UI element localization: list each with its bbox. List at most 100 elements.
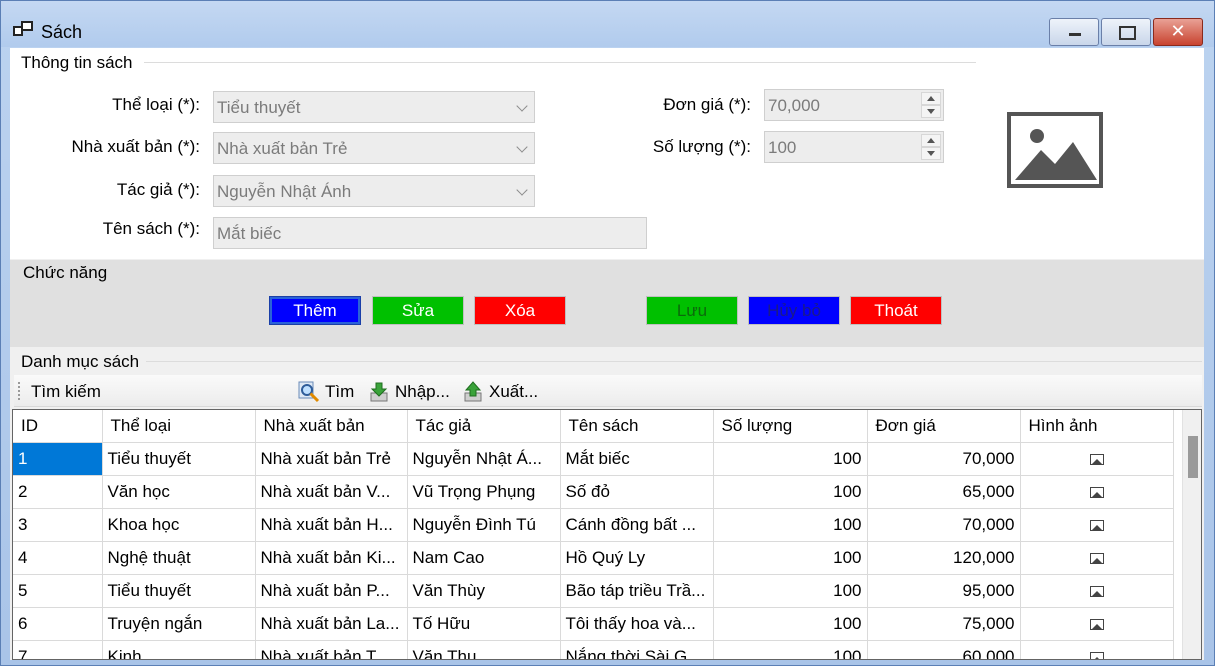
table-cell[interactable]: Mắt biếc xyxy=(560,442,714,476)
books-data-grid[interactable]: ID Thể loại Nhà xuất bản Tác giả Tên sác… xyxy=(12,409,1202,660)
title-input[interactable]: Mắt biếc xyxy=(213,217,647,249)
table-cell[interactable]: Nhà xuất bản H... xyxy=(255,508,408,542)
table-cell[interactable]: 100 xyxy=(713,541,868,575)
table-cell[interactable]: 6 xyxy=(13,607,103,641)
table-cell[interactable]: Số đỏ xyxy=(560,475,714,509)
table-cell[interactable] xyxy=(1020,541,1174,575)
table-cell[interactable]: Nắng thời Sài G... xyxy=(560,640,714,659)
minimize-button[interactable] xyxy=(1049,18,1099,46)
table-cell[interactable]: 60,000 xyxy=(867,640,1021,659)
table-cell[interactable]: Nhà xuất bản T... xyxy=(255,640,408,659)
category-combo[interactable]: Tiểu thuyết xyxy=(213,91,535,123)
table-row[interactable]: 1 Tiểu thuyết Nhà xuất bản Trẻ Nguyễn Nhật … xyxy=(13,442,1174,476)
table-cell[interactable]: 100 xyxy=(713,508,868,542)
table-cell[interactable]: Nhà xuất bản Ki... xyxy=(255,541,408,575)
book-picture-box[interactable] xyxy=(1007,112,1103,188)
find-button[interactable]: Tìm xyxy=(298,380,354,404)
spin-down-icon[interactable] xyxy=(921,105,941,118)
column-header[interactable]: Thể loại xyxy=(102,410,256,443)
export-button[interactable]: Xuất... xyxy=(462,380,538,404)
table-cell[interactable]: Nguyễn Đình Tú xyxy=(407,508,561,542)
table-cell[interactable]: 5 xyxy=(13,574,103,608)
table-cell[interactable]: Nhà xuất bản La... xyxy=(255,607,408,641)
spin-up-icon[interactable] xyxy=(921,92,941,105)
table-cell[interactable]: Văn Thùy xyxy=(407,574,561,608)
table-row[interactable]: 4 Nghệ thuật Nhà xuất bản Ki... Nam Cao Hồ Q… xyxy=(13,541,1174,575)
table-cell[interactable] xyxy=(1020,607,1174,641)
table-cell[interactable]: Khoa học xyxy=(102,508,256,542)
table-cell[interactable] xyxy=(1020,442,1174,476)
table-cell[interactable]: Vũ Trọng Phụng xyxy=(407,475,561,509)
table-cell[interactable]: Nghệ thuật xyxy=(102,541,256,575)
table-cell[interactable]: Tiểu thuyết xyxy=(102,442,256,476)
column-header[interactable]: Tác giả xyxy=(407,410,561,443)
table-cell[interactable]: Cánh đồng bất ... xyxy=(560,508,714,542)
table-cell[interactable]: 100 xyxy=(713,442,868,476)
table-cell[interactable]: 95,000 xyxy=(867,574,1021,608)
table-cell[interactable]: 100 xyxy=(713,475,868,509)
edit-button[interactable]: Sửa xyxy=(372,296,464,325)
table-cell[interactable]: 1 xyxy=(13,442,103,476)
table-cell[interactable]: Nhà xuất bản P... xyxy=(255,574,408,608)
table-cell[interactable]: 100 xyxy=(713,574,868,608)
table-cell[interactable]: 100 xyxy=(713,607,868,641)
table-cell[interactable]: Tố Hữu xyxy=(407,607,561,641)
title-bar[interactable]: Sách ✕ xyxy=(1,1,1214,47)
column-header[interactable]: Đơn giá xyxy=(867,410,1021,443)
column-header[interactable]: Tên sách xyxy=(560,410,714,443)
table-cell[interactable]: 65,000 xyxy=(867,475,1021,509)
vertical-scrollbar[interactable] xyxy=(1182,410,1201,659)
table-cell[interactable] xyxy=(1020,475,1174,509)
publisher-combo[interactable]: Nhà xuất bản Trẻ xyxy=(213,132,535,164)
spin-down-icon[interactable] xyxy=(921,147,941,160)
table-cell[interactable]: Truyện ngắn xyxy=(102,607,256,641)
table-row[interactable]: 7 Kinh... Nhà xuất bản T... Văn Thu... Nắng … xyxy=(13,640,1174,659)
table-cell[interactable]: 70,000 xyxy=(867,508,1021,542)
exit-button[interactable]: Thoát xyxy=(850,296,942,325)
table-cell[interactable]: Văn học xyxy=(102,475,256,509)
table-cell[interactable]: 4 xyxy=(13,541,103,575)
save-button[interactable]: Lưu xyxy=(646,296,738,325)
toolbar-grip[interactable] xyxy=(18,382,20,400)
maximize-button[interactable] xyxy=(1101,18,1151,46)
delete-button[interactable]: Xóa xyxy=(474,296,566,325)
table-row[interactable]: 3 Khoa học Nhà xuất bản H... Nguyễn Đình Tú… xyxy=(13,508,1174,542)
table-cell[interactable]: 75,000 xyxy=(867,607,1021,641)
table-cell[interactable]: 3 xyxy=(13,508,103,542)
column-header[interactable]: Số lượng xyxy=(713,410,868,443)
table-cell[interactable]: 70,000 xyxy=(867,442,1021,476)
add-button[interactable]: Thêm xyxy=(269,296,361,325)
price-numeric[interactable]: 70,000 xyxy=(764,89,944,121)
table-cell[interactable]: Nhà xuất bản V... xyxy=(255,475,408,509)
table-cell[interactable] xyxy=(1020,508,1174,542)
author-combo[interactable]: Nguyễn Nhật Ánh xyxy=(213,175,535,207)
table-row[interactable]: 6 Truyện ngắn Nhà xuất bản La... Tố Hữu Tôi … xyxy=(13,607,1174,641)
table-cell[interactable] xyxy=(1020,640,1174,659)
table-row[interactable]: 2 Văn học Nhà xuất bản V... Vũ Trọng Phụng S… xyxy=(13,475,1174,509)
cancel-button[interactable]: Hủy bỏ xyxy=(748,296,840,325)
quantity-spinner[interactable] xyxy=(921,134,941,160)
column-header[interactable]: ID xyxy=(13,410,103,443)
table-cell[interactable] xyxy=(1020,574,1174,608)
import-button[interactable]: Nhập... xyxy=(368,380,450,404)
scrollbar-thumb[interactable] xyxy=(1188,436,1198,478)
table-cell[interactable]: 2 xyxy=(13,475,103,509)
table-cell[interactable]: Nhà xuất bản Trẻ xyxy=(255,442,408,476)
table-cell[interactable]: Tiểu thuyết xyxy=(102,574,256,608)
search-input[interactable] xyxy=(112,379,292,403)
column-header[interactable]: Hình ảnh xyxy=(1020,410,1174,443)
table-cell[interactable]: Nguyễn Nhật Á... xyxy=(407,442,561,476)
table-cell[interactable]: 7 xyxy=(13,640,103,659)
table-cell[interactable]: Nam Cao xyxy=(407,541,561,575)
table-row[interactable]: 5 Tiểu thuyết Nhà xuất bản P... Văn Thùy Bão… xyxy=(13,574,1174,608)
quantity-numeric[interactable]: 100 xyxy=(764,131,944,163)
table-cell[interactable]: 120,000 xyxy=(867,541,1021,575)
close-button[interactable]: ✕ xyxy=(1153,18,1203,46)
column-header[interactable]: Nhà xuất bản xyxy=(255,410,408,443)
table-cell[interactable]: Bão táp triều Trầ... xyxy=(560,574,714,608)
table-cell[interactable]: Tôi thấy hoa và... xyxy=(560,607,714,641)
table-cell[interactable]: Văn Thu... xyxy=(407,640,561,659)
price-spinner[interactable] xyxy=(921,92,941,118)
table-cell[interactable]: Hồ Quý Ly xyxy=(560,541,714,575)
table-cell[interactable]: Kinh... xyxy=(102,640,256,659)
